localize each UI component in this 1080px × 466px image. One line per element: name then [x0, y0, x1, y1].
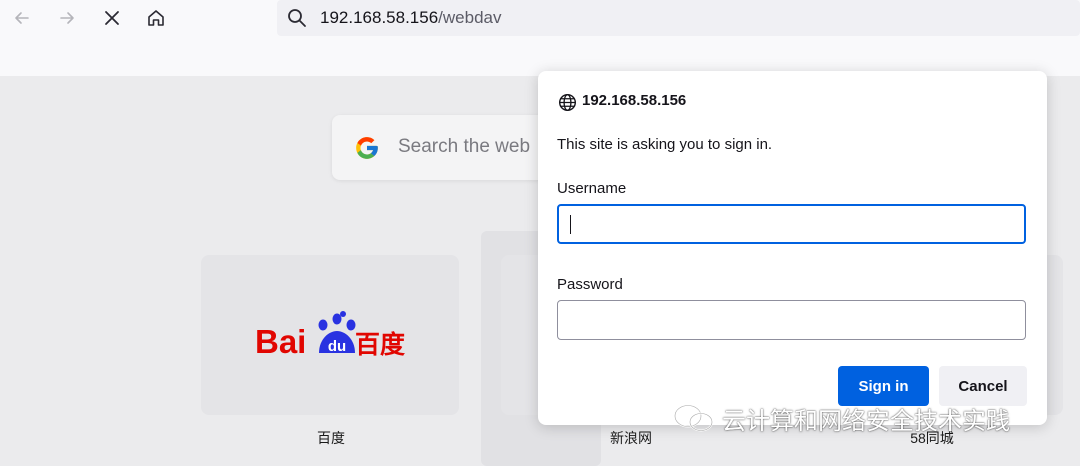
password-label: Password [557, 276, 623, 293]
baidu-logo-badge: du [328, 338, 346, 355]
text-caret [570, 215, 571, 234]
watermark-text: 云计算和网络安全技术实践 [722, 407, 1010, 435]
back-icon [15, 12, 29, 24]
baidu-logo: Bai du 百度 [255, 311, 405, 360]
search-icon [288, 9, 306, 27]
globe-icon [558, 93, 577, 112]
username-label: Username [557, 180, 627, 197]
baidu-logo-text: Bai [255, 323, 306, 360]
password-field[interactable] [557, 300, 1026, 340]
stop-button[interactable] [98, 4, 126, 32]
url-bar[interactable]: 192.168.58.156/webdav [277, 0, 1080, 36]
top-site-tile-baidu[interactable]: Bai du 百度 [201, 255, 459, 415]
search-placeholder: Search the web [398, 136, 531, 157]
paw-icon: du [318, 311, 356, 355]
back-button[interactable] [8, 4, 36, 32]
baidu-logo-cn: 百度 [355, 330, 405, 359]
home-icon [148, 10, 164, 26]
url-host: 192.168.58.156 [320, 8, 439, 27]
forward-button[interactable] [53, 4, 81, 32]
stop-icon [105, 11, 119, 25]
wechat-icon [674, 404, 713, 432]
username-field[interactable] [557, 204, 1026, 244]
watermark: 云计算和网络安全技术实践 [672, 398, 1010, 438]
browser-toolbar: 192.168.58.156/webdav [0, 0, 1080, 76]
forward-icon [60, 12, 74, 24]
sign-in-dialog: 192.168.58.156 This site is asking you t… [538, 71, 1047, 425]
dialog-message: This site is asking you to sign in. [557, 136, 773, 153]
url-path: /webdav [438, 8, 502, 27]
url-text: 192.168.58.156/webdav [320, 7, 502, 29]
google-icon [356, 137, 378, 159]
dialog-host: 192.168.58.156 [582, 92, 687, 109]
home-button[interactable] [142, 4, 170, 32]
tile-label-baidu: 百度 [317, 430, 345, 446]
